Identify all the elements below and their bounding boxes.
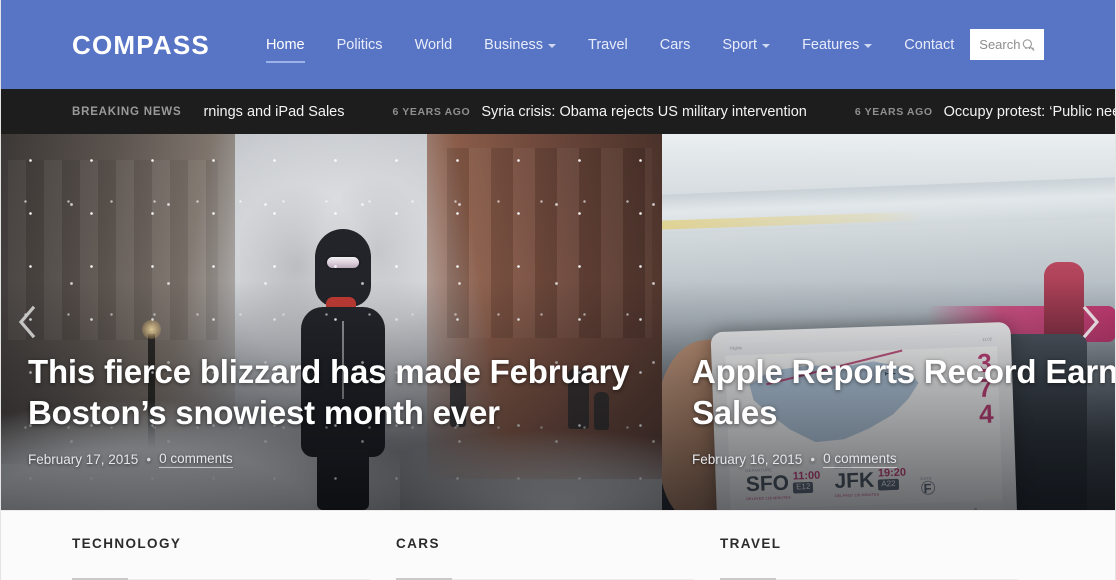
nav-item-world[interactable]: World [399,29,469,61]
breaking-news-label: BREAKING NEWS [72,105,182,118]
chevron-down-icon [548,43,557,48]
ticker-title[interactable]: rnings and iPad Sales [203,104,344,120]
slide-comments-link[interactable]: 0 comments [159,451,233,468]
category-title[interactable]: TECHNOLOGY [72,536,396,551]
slide-comments-link[interactable]: 0 comments [823,451,897,468]
nav-label: Features [802,36,860,53]
slide-title-line-2: Sales [692,394,778,432]
active-underline [265,60,305,63]
category-column-cars: CARS [396,511,720,580]
ticker-title[interactable]: Syria crisis: Obama rejects US military … [481,104,807,120]
slide-title[interactable]: Apple Reports Record Earnings a Sales [692,352,1116,434]
chevron-down-icon [762,43,771,48]
slide-title-line-1: Apple Reports Record Earnings a [692,353,1116,391]
ticker-timestamp: 6 YEARS AGO [392,105,471,118]
nav-label: Politics [336,36,383,53]
nav-item-travel[interactable]: Travel [572,29,644,61]
nav-item-sport[interactable]: Sport [706,29,786,61]
nav-label: World [414,36,453,53]
breaking-news-bar: BREAKING NEWS rnings and iPad Sales 6 YE… [0,89,1116,134]
nav-item-politics[interactable]: Politics [321,29,399,61]
category-column-technology: TECHNOLOGY [72,511,396,580]
ticker-item[interactable]: rnings and iPad Sales [203,104,344,120]
nav-label: Contact [904,36,955,53]
page-left-edge [0,0,1,580]
category-title[interactable]: TRAVEL [720,536,1044,551]
slide-title[interactable]: This fierce blizzard has made February B… [28,352,638,434]
slide-blizzard[interactable]: This fierce blizzard has made February B… [0,134,662,510]
meta-separator: • [810,452,816,467]
meta-separator: • [146,452,152,467]
ticker-title[interactable]: Occupy protest: ‘Public needs educating’ [944,104,1116,120]
nav-label: Cars [659,36,691,53]
ticker-item[interactable]: 6 YEARS AGO Occupy protest: ‘Public need… [855,104,1116,120]
nav-item-features[interactable]: Features [786,29,888,61]
nav-item-business[interactable]: Business [468,29,572,61]
nav-label: Business [484,36,544,53]
chevron-down-icon [864,43,873,48]
main-navigation: Home Politics World Business Travel Cars… [250,29,970,63]
nav-label: Travel [588,36,628,53]
slide-caption: Apple Reports Record Earnings a Sales Fe… [692,352,1116,468]
category-title[interactable]: CARS [396,536,720,551]
nav-item-cars[interactable]: Cars [644,29,707,61]
featured-slider: This fierce blizzard has made February B… [0,134,1116,510]
slide-date: February 17, 2015 [28,452,139,467]
ticker-item[interactable]: 6 YEARS AGO Syria crisis: Obama rejects … [393,104,807,120]
slide-date: February 16, 2015 [692,452,803,467]
nav-label: Home [265,36,305,53]
site-logo[interactable]: COMPASS [72,32,210,58]
slide-caption: This fierce blizzard has made February B… [28,352,638,468]
nav-item-contact[interactable]: Contact [888,29,970,61]
slide-meta: February 16, 2015 • 0 comments [692,451,1116,468]
chevron-left-icon[interactable] [4,299,50,345]
slide-meta: February 17, 2015 • 0 comments [28,451,638,468]
site-header: COMPASS Home Politics World Business Tra… [0,0,1116,89]
search-input[interactable] [979,29,1035,60]
category-column-travel: TRAVEL [720,511,1044,580]
search-box[interactable] [970,29,1044,60]
page-root: COMPASS Home Politics World Business Tra… [0,0,1116,580]
chevron-right-icon[interactable] [1068,299,1114,345]
nav-item-home[interactable]: Home [250,29,321,63]
ticker-items: rnings and iPad Sales 6 YEARS AGO Syria … [203,104,1116,120]
nav-label: Sport [722,36,758,53]
slide-apple-earnings[interactable]: Flights 11:02 ✈ DEPARTURE SFO [662,134,1116,510]
category-sections: TECHNOLOGY CARS TRAVEL [0,510,1116,580]
ticker-timestamp: 6 YEARS AGO [854,105,933,118]
